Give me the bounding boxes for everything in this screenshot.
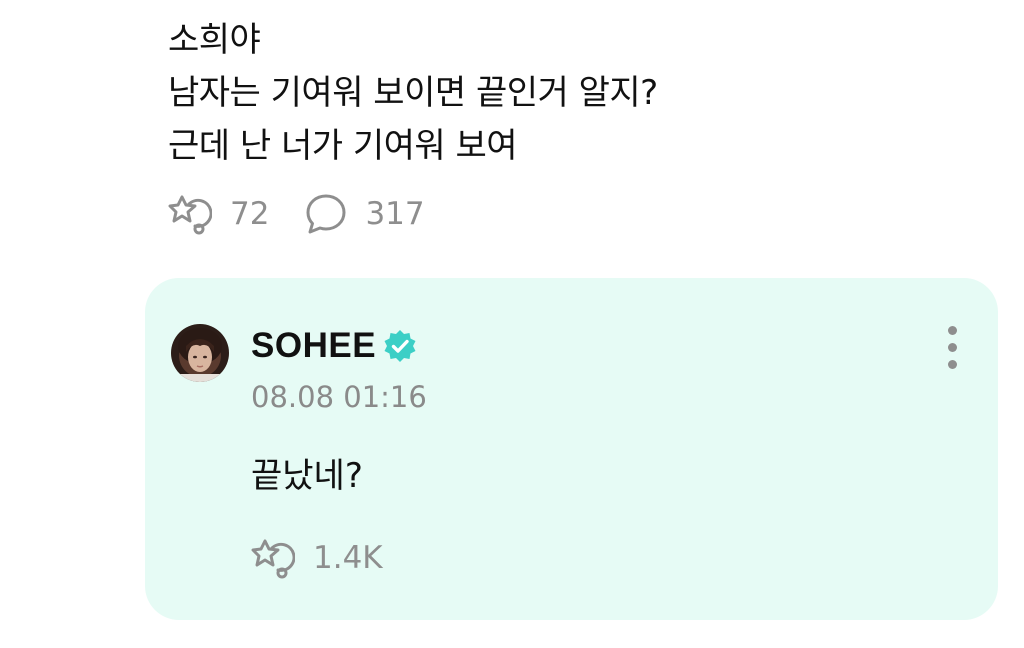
post-body: 소희야 남자는 기여워 보이면 끝인거 알지? 근데 난 너가 기여워 보여	[168, 14, 658, 173]
post-line: 소희야	[168, 20, 261, 60]
more-options-button[interactable]	[941, 324, 965, 372]
post-actions: 72 317	[168, 192, 425, 236]
post-reaction-button[interactable]: 72	[168, 192, 269, 236]
reply-actions: 1.4K	[251, 536, 383, 580]
comment-bubble-icon	[305, 193, 347, 235]
reaction-count: 1.4K	[313, 540, 383, 576]
comment-count: 317	[365, 196, 425, 232]
verified-badge-icon	[376, 328, 418, 364]
reply-author: SOHEE	[251, 326, 418, 366]
post-page: 소희야 남자는 기여워 보이면 끝인거 알지? 근데 난 너가 기여워 보여 7…	[0, 0, 1024, 648]
post-line: 남자는 기여워 보이면 끝인거 알지?	[168, 73, 658, 113]
post-line: 근데 난 너가 기여워 보여	[168, 126, 518, 166]
reaction-count: 72	[230, 196, 270, 232]
reply-card: SOHEE 08.08 01:16 끝났네? 1.4K	[145, 278, 998, 620]
reply-timestamp: 08.08 01:16	[251, 380, 427, 414]
avatar[interactable]	[171, 324, 229, 382]
reply-reaction-button[interactable]: 1.4K	[251, 536, 383, 580]
reaction-sparkle-icon	[168, 192, 212, 236]
author-name[interactable]: SOHEE	[251, 326, 376, 366]
reaction-sparkle-icon	[251, 536, 295, 580]
post-comment-button[interactable]: 317	[305, 193, 425, 235]
reply-text: 끝났네?	[251, 456, 363, 496]
